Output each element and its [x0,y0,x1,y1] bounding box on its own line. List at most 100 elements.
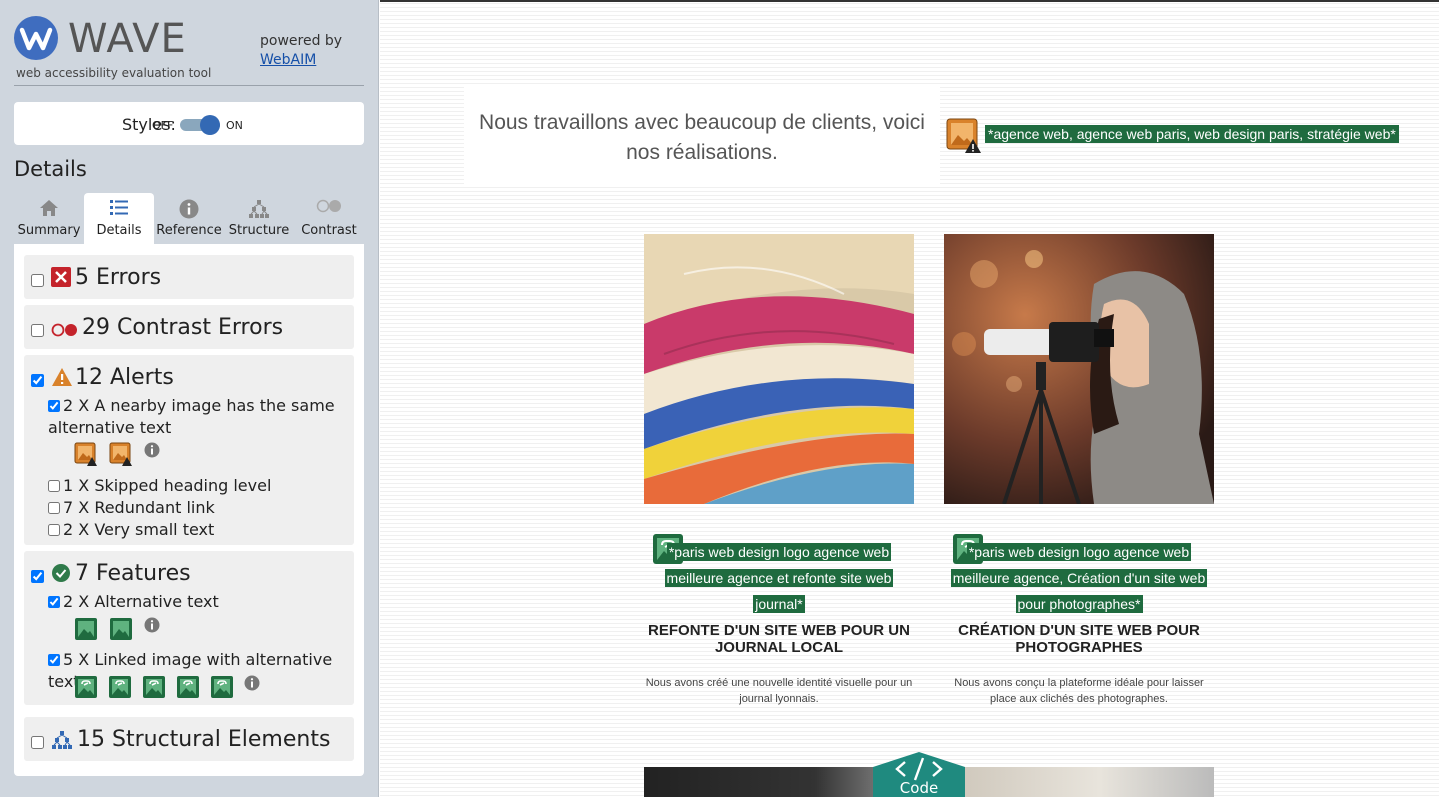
errors-group: 5 Errors [24,255,354,299]
alert-redundant-link-label: 7 X Redundant link [63,498,215,517]
linked-image-icon[interactable] [74,675,98,699]
features-group: 7 Features 2 X Alternative text 5 X Link… [24,551,354,705]
image-alert-icon[interactable] [109,442,133,466]
alert-item-nearby-alt: 2 X A nearby image has the same alternat… [48,395,348,439]
tab-details[interactable]: Details [84,193,154,244]
image-alt-icon[interactable] [109,617,133,641]
features-checkbox[interactable] [31,570,44,583]
error-icon [51,267,71,291]
feature-linked-image-icons [74,675,260,699]
brand-header: WAVE web accessibility evaluation tool p… [14,16,364,86]
styles-off-label: OFF [152,119,174,132]
linked-image-icon[interactable] [108,675,132,699]
structure-label: 15 Structural Elements [77,727,331,752]
alert-nearby-alt-label: 2 X A nearby image has the same alternat… [48,396,335,437]
info-icon[interactable] [144,617,160,633]
tab-reference[interactable]: Reference [154,193,224,244]
alert-skipped-heading-label: 1 X Skipped heading level [63,476,272,495]
structure-group: 15 Structural Elements [24,717,354,761]
wave-sidebar: WAVE web accessibility evaluation tool p… [0,0,379,797]
tab-contrast[interactable]: Contrast [294,193,364,244]
card-2-alt-label: *paris web design logo agence web meille… [950,543,1208,613]
structure-icon [224,193,294,223]
card-image-photographer[interactable] [944,234,1214,504]
tab-contrast-label: Contrast [301,223,357,238]
alerts-label: 12 Alerts [75,365,174,390]
evaluated-page: Nous travaillons avec beaucoup de client… [380,0,1439,797]
linked-image-icon[interactable] [142,675,166,699]
card-1-description: Nous avons créé une nouvelle identité vi… [645,677,913,705]
details-panel: 5 Errors 29 Contrast Errors 12 Alerts 2 … [14,244,364,776]
info-icon [154,193,224,223]
toggle-knob [200,115,220,135]
feature-alt-text-label: 2 X Alternative text [63,592,219,611]
contrast-group-header: 29 Contrast Errors [24,305,354,349]
linked-image-icon[interactable] [210,675,234,699]
tab-structure[interactable]: Structure [224,193,294,244]
feature-alt-text-icons [74,617,160,641]
features-group-header: 7 Features [24,551,354,595]
details-heading: Details [14,157,87,181]
tab-reference-label: Reference [156,223,222,238]
errors-checkbox[interactable] [31,274,44,287]
tab-summary[interactable]: Summary [14,193,84,244]
panel-tabs: Summary Details Reference Structure Cont… [14,193,364,244]
linked-image-icon[interactable] [176,675,200,699]
alerts-group-header: 12 Alerts [24,355,354,399]
styles-toggle-box: Styles: OFF ON [14,102,364,145]
alerts-group: 12 Alerts 2 X A nearby image has the sam… [24,355,354,545]
card-2-alt-text: *paris web design logo agence web meille… [944,539,1214,617]
errors-group-header: 5 Errors [24,255,354,299]
features-label: 7 Features [75,561,191,586]
alert-nearby-alt-icons [74,442,160,466]
code-button-label: Code [899,779,939,797]
alert-item-skipped-heading: 1 X Skipped heading level [48,475,271,497]
alert-small-text-label: 2 X Very small text [63,520,215,539]
info-icon[interactable] [244,675,260,691]
wave-subtitle: web accessibility evaluation tool [16,66,212,80]
image-alt-icon[interactable] [74,617,98,641]
structure-group-header: 15 Structural Elements [24,717,354,761]
powered-by-text: powered by [260,33,343,49]
image-alert-icon[interactable] [946,118,982,158]
tab-structure-label: Structure [228,223,290,238]
styles-toggle-switch[interactable] [180,115,222,135]
feature-linked-image-checkbox[interactable] [48,654,60,666]
feature-item-alt-text: 2 X Alternative text [48,591,219,613]
contrast-group: 29 Contrast Errors [24,305,354,349]
hero-alt-text-label: *agence web, agence web paris, web desig… [985,124,1399,144]
card-image-magazines[interactable] [644,234,914,504]
feature-check-icon [52,564,70,586]
errors-label: 5 Errors [75,265,162,290]
tab-summary-label: Summary [17,223,81,238]
hero-box: Nous travaillons avec beaucoup de client… [464,86,940,184]
info-icon[interactable] [144,442,160,458]
contrast-label: 29 Contrast Errors [82,315,284,340]
home-icon [14,193,84,223]
powered-by: powered by WebAIM [260,32,342,70]
styles-on-label: ON [226,119,243,132]
alert-item-small-text: 2 X Very small text [48,519,214,541]
alerts-checkbox[interactable] [31,374,44,387]
card-1-title[interactable]: REFONTE D'UN SITE WEB POUR UN JOURNAL LO… [644,622,914,656]
contrast-icon [294,193,364,223]
structure-checkbox[interactable] [31,736,44,749]
hero-alt-text: *agence web, agence web paris, web desig… [985,125,1399,143]
wave-logo-icon [14,16,58,60]
card-2-title[interactable]: CRÉATION D'UN SITE WEB POUR PHOTOGRAPHES [944,622,1214,656]
code-button[interactable]: Code [873,752,965,797]
contrast-checkbox[interactable] [31,324,44,337]
card-2-description: Nous avons conçu la plateforme idéale po… [954,677,1204,705]
contrast-error-icon [51,322,79,341]
image-alert-icon[interactable] [74,442,98,466]
alert-small-text-checkbox[interactable] [48,524,60,536]
card-1-alt-label: *paris web design logo agence web meille… [664,543,894,613]
alert-redundant-link-checkbox[interactable] [48,502,60,514]
alert-skipped-heading-checkbox[interactable] [48,480,60,492]
webaim-link[interactable]: WebAIM [260,51,342,70]
hero-text: Nous travaillons avec beaucoup de client… [479,111,925,164]
top-border [380,0,1439,2]
alert-nearby-alt-checkbox[interactable] [48,400,60,412]
structure-icon [51,730,73,754]
feature-alt-text-checkbox[interactable] [48,596,60,608]
